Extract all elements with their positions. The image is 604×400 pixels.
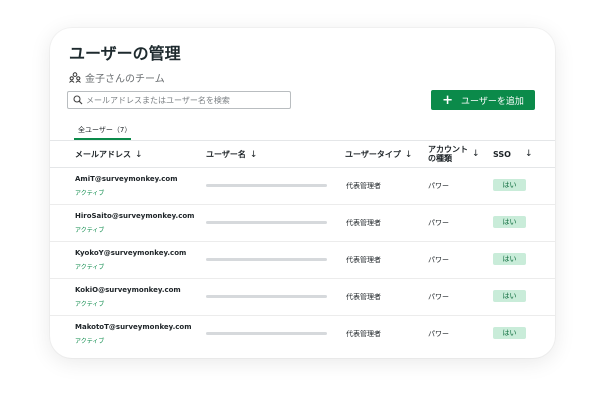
row-status: アクティブ	[75, 264, 105, 271]
row-username-placeholder	[206, 221, 327, 224]
row-status: アクティブ	[75, 301, 105, 308]
row-account-type: パワー	[428, 219, 449, 227]
table-row[interactable]: MakotoT@surveymonkey.com アクティブ 代表管理者 パワー…	[50, 315, 555, 352]
sort-arrow-down-icon: ↓	[524, 149, 533, 159]
column-header-account-type[interactable]: アカウント の種類 ↓	[428, 145, 480, 163]
column-sso-label: SSO	[493, 149, 511, 159]
sort-arrow-down-icon: ↓	[472, 149, 480, 159]
account-type-label-line1: アカウント	[428, 145, 468, 154]
row-username-placeholder	[206, 184, 327, 187]
row-username-placeholder	[206, 332, 327, 335]
sso-badge: はい	[493, 253, 526, 265]
plus-icon: +	[442, 92, 454, 108]
add-user-label: ユーザーを追加	[461, 96, 524, 107]
row-username-placeholder	[206, 258, 327, 261]
column-header-username[interactable]: ユーザー名 ↓	[206, 149, 257, 160]
table-row[interactable]: KokiO@surveymonkey.com アクティブ 代表管理者 パワー は…	[50, 278, 555, 316]
row-account-type: パワー	[428, 256, 449, 264]
sort-arrow-down-icon: ↓	[404, 149, 413, 160]
row-user-type: 代表管理者	[346, 256, 381, 264]
sso-badge: はい	[493, 290, 526, 302]
team-label-row: 金子さんのチーム	[69, 68, 165, 87]
team-icon	[69, 68, 81, 87]
row-status: アクティブ	[75, 190, 105, 197]
row-email: KokiO@surveymonkey.com	[75, 286, 181, 294]
table-row[interactable]: AmiT@surveymonkey.com アクティブ 代表管理者 パワー はい	[50, 167, 555, 205]
search-input[interactable]	[83, 93, 286, 107]
row-account-type: パワー	[428, 330, 449, 338]
row-email: KyokoY@surveymonkey.com	[75, 249, 187, 257]
row-status: アクティブ	[75, 227, 105, 234]
team-name: 金子さんのチーム	[85, 74, 165, 85]
row-email: HiroSaito@surveymonkey.com	[75, 212, 195, 220]
column-account-type-label: アカウント の種類	[428, 145, 468, 163]
row-user-type: 代表管理者	[346, 330, 381, 338]
sort-arrow-down-icon: ↓	[249, 149, 258, 160]
add-user-button[interactable]: + ユーザーを追加	[431, 90, 535, 110]
tab-all-users[interactable]: 全ユーザー（7）	[78, 125, 131, 135]
sso-badge: はい	[493, 179, 526, 191]
column-email-label: メールアドレス	[75, 150, 131, 159]
table-header: メールアドレス ↓ ユーザー名 ↓ ユーザータイプ ↓ アカウント の種類 ↓ …	[50, 140, 555, 168]
column-user-type-label: ユーザータイプ	[345, 150, 401, 159]
row-user-type: 代表管理者	[346, 293, 381, 301]
column-header-user-type[interactable]: ユーザータイプ ↓	[345, 149, 412, 160]
column-header-email[interactable]: メールアドレス ↓	[75, 149, 143, 160]
row-username-placeholder	[206, 295, 327, 298]
column-header-sso[interactable]: SSO ↓	[493, 149, 533, 159]
row-email: MakotoT@surveymonkey.com	[75, 323, 192, 331]
column-username-label: ユーザー名	[206, 150, 246, 159]
row-email: AmiT@surveymonkey.com	[75, 175, 178, 183]
row-status: アクティブ	[75, 338, 105, 345]
sso-badge: はい	[493, 327, 526, 339]
account-type-label-line2: の種類	[428, 154, 452, 163]
sso-badge: はい	[493, 216, 526, 228]
page-title: ユーザーの管理	[69, 44, 181, 63]
row-user-type: 代表管理者	[346, 182, 381, 190]
row-account-type: パワー	[428, 182, 449, 190]
row-user-type: 代表管理者	[346, 219, 381, 227]
sort-arrow-down-icon: ↓	[135, 149, 143, 160]
row-account-type: パワー	[428, 293, 449, 301]
user-management-card: ユーザーの管理 金子さんのチーム + ユーザーを追加 全ユーザー（7）	[50, 28, 555, 358]
search-box[interactable]	[67, 91, 291, 109]
search-icon	[73, 95, 83, 105]
table-row[interactable]: KyokoY@surveymonkey.com アクティブ 代表管理者 パワー …	[50, 241, 555, 279]
table-row[interactable]: HiroSaito@surveymonkey.com アクティブ 代表管理者 パ…	[50, 204, 555, 242]
